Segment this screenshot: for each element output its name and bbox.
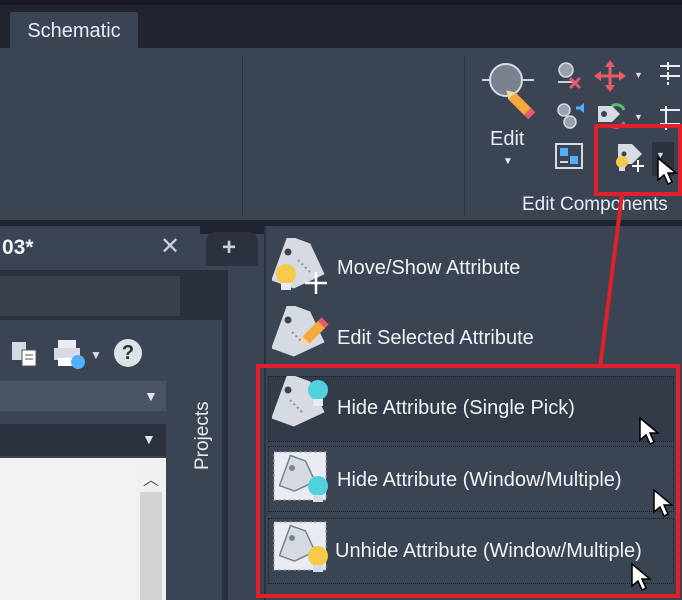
- ribbon-separator: [464, 56, 465, 216]
- menu-item-label: Move/Show Attribute: [337, 257, 521, 279]
- drawing-list-icon[interactable]: [10, 340, 40, 368]
- callout-connector: [598, 193, 624, 369]
- chevron-down-icon[interactable]: ▼: [144, 388, 158, 404]
- close-icon[interactable]: ✕: [160, 232, 180, 261]
- edit-label: Edit: [490, 128, 525, 150]
- publish-icon[interactable]: [52, 338, 88, 370]
- project-combo[interactable]: [0, 381, 166, 411]
- ribbon-highlight-box: [594, 124, 682, 196]
- tab-schematic[interactable]: Schematic: [10, 12, 138, 48]
- edit-component-icon: [482, 63, 536, 120]
- chevron-down-icon[interactable]: ▼: [142, 431, 156, 447]
- move-component-icon[interactable]: [594, 60, 626, 92]
- scrollbar-thumb[interactable]: [140, 492, 162, 600]
- edit-attribute-icon: [272, 306, 329, 357]
- plus-icon: +: [222, 234, 237, 261]
- scoot-icon[interactable]: [656, 60, 682, 92]
- delete-component-icon[interactable]: [554, 60, 584, 92]
- chevron-down-icon[interactable]: ▼: [634, 70, 643, 80]
- menu-item-label: Edit Selected Attribute: [337, 327, 534, 349]
- chevron-down-icon[interactable]: ▼: [90, 348, 102, 362]
- ribbon-separator: [242, 56, 243, 216]
- copy-component-icon[interactable]: [554, 100, 586, 132]
- projects-side-tab[interactable]: Projects: [192, 401, 214, 470]
- surfer-icon[interactable]: [554, 142, 586, 172]
- project-manager-header: [0, 276, 180, 316]
- menu-highlight-box: [256, 364, 680, 598]
- chevron-down-icon[interactable]: ▼: [503, 156, 513, 167]
- chevron-down-icon[interactable]: ▼: [634, 112, 643, 122]
- chevron-up-icon[interactable]: ︿: [143, 466, 159, 490]
- help-icon[interactable]: ?: [114, 339, 142, 367]
- move-attribute-icon: [272, 238, 327, 294]
- document-tab-label: 03*: [2, 236, 34, 259]
- title-strip: [0, 0, 682, 5]
